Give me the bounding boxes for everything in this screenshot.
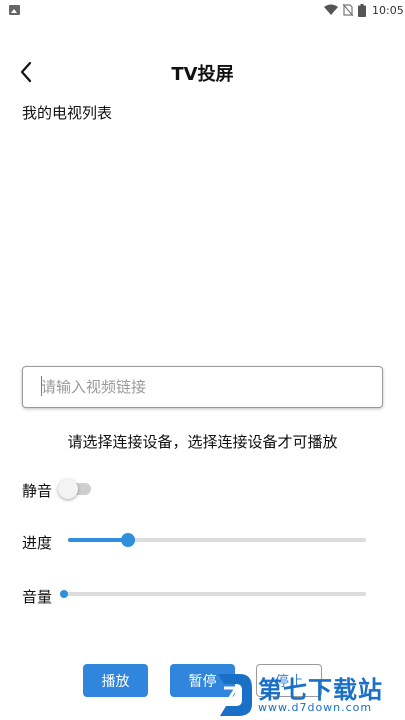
page-title: TV投屏 <box>171 64 234 85</box>
volume-label: 音量 <box>22 588 53 606</box>
wifi-icon <box>324 4 338 15</box>
progress-label: 进度 <box>22 534 53 552</box>
d7-logo-icon <box>218 674 252 716</box>
progress-fill <box>68 538 128 542</box>
volume-knob[interactable] <box>60 590 68 598</box>
image-notification-icon <box>9 5 20 15</box>
video-url-input[interactable] <box>22 366 383 408</box>
mute-label: 静音 <box>22 482 53 500</box>
watermark-name: 第七下载站 <box>258 676 383 704</box>
play-button[interactable]: 播放 <box>83 664 148 697</box>
status-bar: 10:05 <box>0 0 405 22</box>
battery-icon <box>358 4 366 17</box>
watermark-url: www.d7down.com <box>258 701 373 714</box>
volume-slider[interactable] <box>60 587 366 601</box>
device-hint: 请选择连接设备，选择连接设备才可播放 <box>67 433 338 451</box>
text-caret <box>41 376 42 396</box>
status-time: 10:05 <box>372 4 404 17</box>
progress-slider[interactable] <box>68 533 366 547</box>
no-sim-icon <box>343 4 353 16</box>
mute-toggle[interactable] <box>58 479 92 499</box>
tv-list-title: 我的电视列表 <box>22 104 113 122</box>
volume-rail <box>64 592 366 596</box>
watermark: 第七下载站 www.d7down.com <box>208 668 403 720</box>
mute-toggle-thumb <box>58 479 78 499</box>
progress-knob[interactable] <box>120 533 135 547</box>
tv-list <box>0 130 405 355</box>
